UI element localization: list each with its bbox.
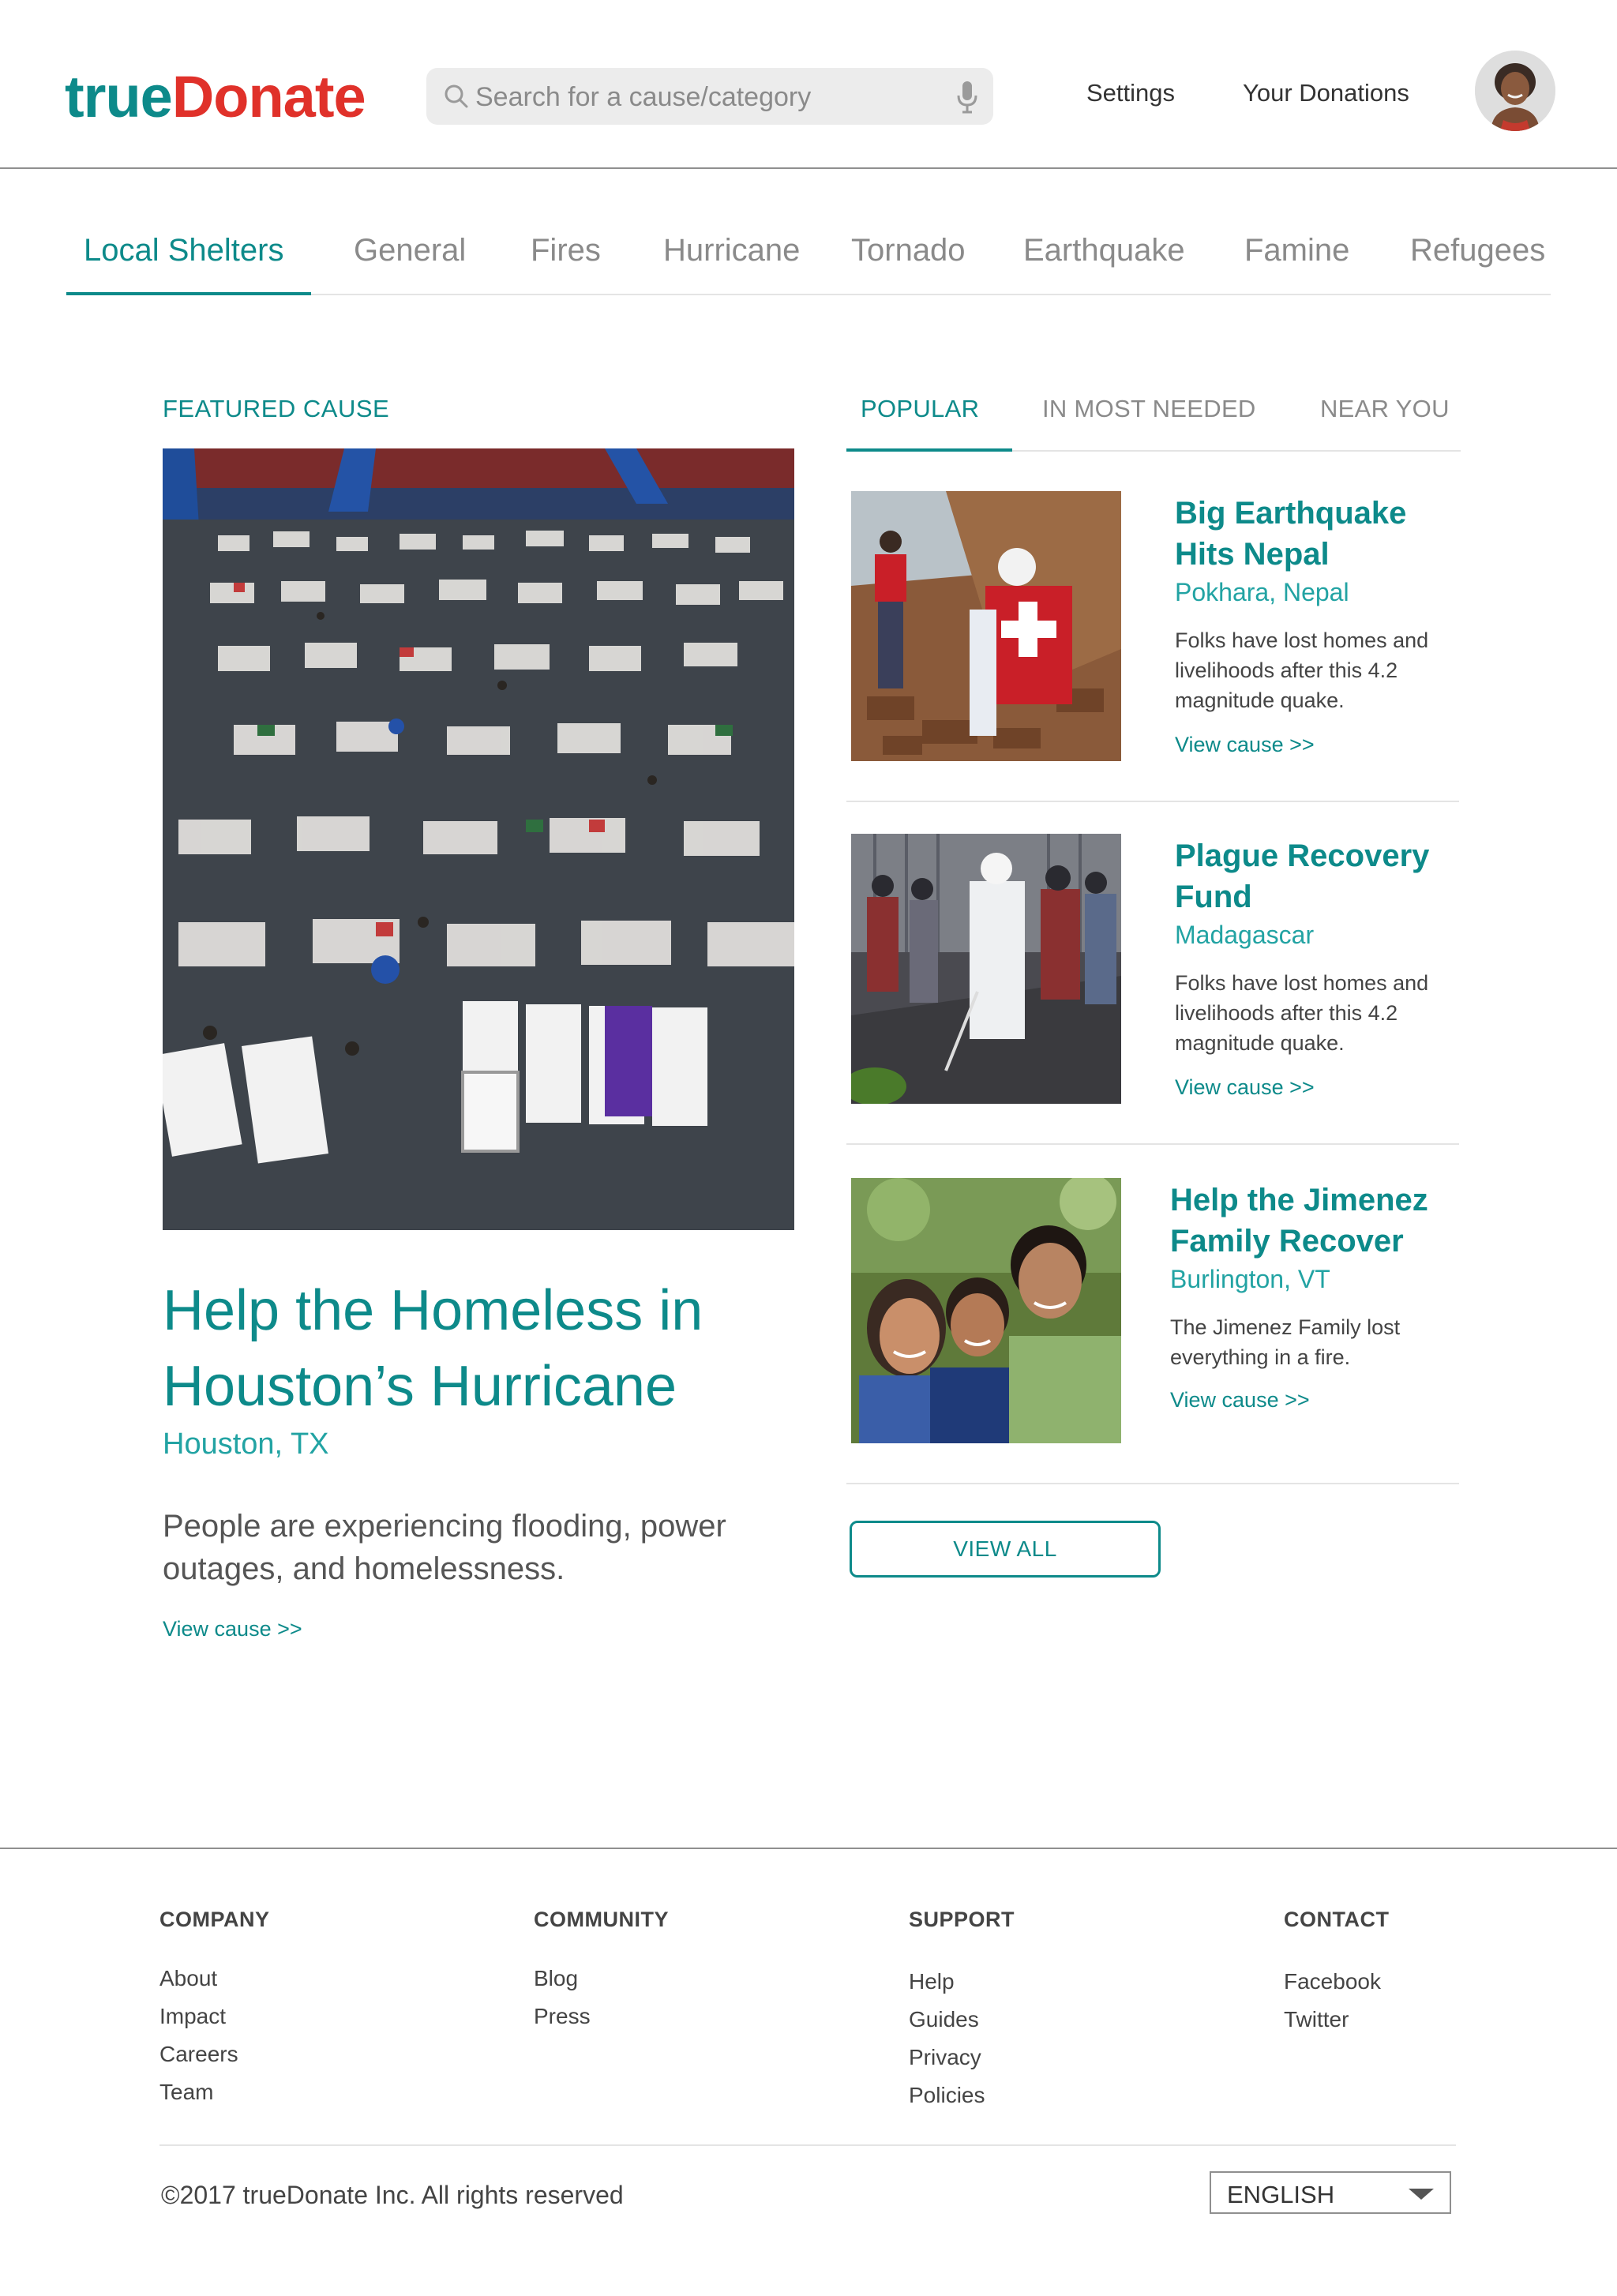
footer-column-community: COMMUNITY Blog Press [534,1906,669,2035]
chevron-down-icon [1409,2189,1434,2200]
cause-card[interactable]: Help the Jimenez Family Recover Burlingt… [846,1145,1459,1484]
tab-local-shelters[interactable]: Local Shelters [84,231,283,270]
copyright-text: ©2017 trueDonate Inc. All rights reserve… [161,2181,624,2209]
user-avatar-icon [1475,51,1555,131]
footer-link-guides[interactable]: Guides [909,2001,1015,2039]
category-tabs: Local Shelters General Fires Hurricane T… [66,189,1551,295]
language-value: ENGLISH [1227,2181,1335,2208]
tab-near-you[interactable]: NEAR YOU [1320,393,1450,425]
featured-cause-description: People are experiencing flooding, power … [163,1509,726,1586]
cause-location: Pokhara, Nepal [1175,578,1349,606]
cause-location: Burlington, VT [1170,1265,1330,1293]
cause-title[interactable]: Help the Jimenez Family Recover [1170,1180,1459,1262]
search-placeholder: Search for a cause/category [475,82,812,112]
view-cause-link[interactable]: View cause >> [1175,1074,1315,1101]
search-icon [445,84,468,108]
cause-description: Folks have lost homes and livelihoods af… [1175,628,1429,712]
tab-tornado[interactable]: Tornado [851,231,966,270]
footer-link-twitter[interactable]: Twitter [1284,2001,1389,2039]
language-select[interactable]: ENGLISH [1210,2171,1451,2214]
tab-in-most-needed[interactable]: IN MOST NEEDED [1042,393,1256,425]
footer-heading: CONTACT [1284,1908,1390,1931]
footer-column-support: SUPPORT Help Guides Privacy Policies [909,1906,1015,2114]
footer-link-impact[interactable]: Impact [159,1998,270,2035]
site-header: trueDonate Search for a cause/category S… [0,0,1617,169]
cause-title[interactable]: Plague Recovery Fund [1175,835,1459,917]
footer-link-help[interactable]: Help [909,1963,1015,2001]
avatar[interactable] [1475,51,1555,131]
featured-cause-location: Houston, TX [163,1427,329,1461]
footer-column-company: COMPANY About Impact Careers Team [159,1906,270,2111]
footer-divider [159,2144,1456,2146]
footer-column-contact: CONTACT Facebook Twitter [1284,1906,1389,2039]
tab-popular[interactable]: POPULAR [861,393,979,425]
nepal-photo [851,491,1121,761]
footer-heading: SUPPORT [909,1908,1015,1931]
logo[interactable]: trueDonate [65,62,366,133]
footer-link-team[interactable]: Team [159,2073,270,2111]
tab-famine[interactable]: Famine [1244,231,1349,270]
logo-donate: Donate [171,64,366,129]
cause-card[interactable]: Plague Recovery Fund Madagascar Folks ha… [846,802,1459,1145]
site-footer: COMPANY About Impact Careers Team COMMUN… [0,1848,1617,2296]
footer-heading: COMMUNITY [534,1908,669,1931]
cause-description: The Jimenez Family lost everything in a … [1170,1315,1401,1369]
featured-cause-label: FEATURED CAUSE [163,395,390,422]
featured-view-cause-link[interactable]: View cause >> [163,1615,302,1642]
footer-link-about[interactable]: About [159,1960,270,1998]
logo-true: true [65,64,173,129]
footer-link-press[interactable]: Press [534,1998,669,2035]
cause-location: Madagascar [1175,921,1315,949]
featured-cause-image[interactable] [163,448,794,1230]
cause-image[interactable] [851,491,1121,761]
featured-cause-title[interactable]: Help the Homeless in Houston’s Hurricane [163,1273,810,1424]
cause-image[interactable] [851,1178,1121,1443]
madagascar-photo [851,834,1121,1104]
search-input[interactable]: Search for a cause/category [426,68,993,125]
shelter-photo [163,448,794,1230]
view-cause-link[interactable]: View cause >> [1175,731,1315,758]
footer-link-policies[interactable]: Policies [909,2077,1015,2114]
your-donations-link[interactable]: Your Donations [1243,77,1409,109]
tab-hurricane[interactable]: Hurricane [663,231,800,270]
tab-fires[interactable]: Fires [531,231,601,270]
footer-link-privacy[interactable]: Privacy [909,2039,1015,2077]
cause-title[interactable]: Big Earthquake Hits Nepal [1175,493,1459,575]
cause-description: Folks have lost homes and livelihoods af… [1175,971,1429,1055]
footer-link-facebook[interactable]: Facebook [1284,1963,1389,2001]
cause-list-tabs: POPULAR IN MOST NEEDED NEAR YOU [846,371,1461,452]
microphone-icon[interactable] [955,80,979,114]
cause-card[interactable]: Big Earthquake Hits Nepal Pokhara, Nepal… [846,490,1459,802]
active-side-tab-indicator [846,448,1012,452]
footer-heading: COMPANY [159,1908,270,1931]
settings-link[interactable]: Settings [1086,77,1175,109]
footer-link-blog[interactable]: Blog [534,1960,669,1998]
family-photo [851,1178,1121,1443]
view-cause-link[interactable]: View cause >> [1170,1386,1310,1413]
tab-refugees[interactable]: Refugees [1410,231,1545,270]
view-all-button[interactable]: VIEW ALL [850,1521,1161,1578]
tab-general[interactable]: General [354,231,466,270]
cause-image[interactable] [851,834,1121,1104]
footer-link-careers[interactable]: Careers [159,2035,270,2073]
active-tab-indicator [66,292,311,295]
tab-earthquake[interactable]: Earthquake [1023,231,1185,270]
